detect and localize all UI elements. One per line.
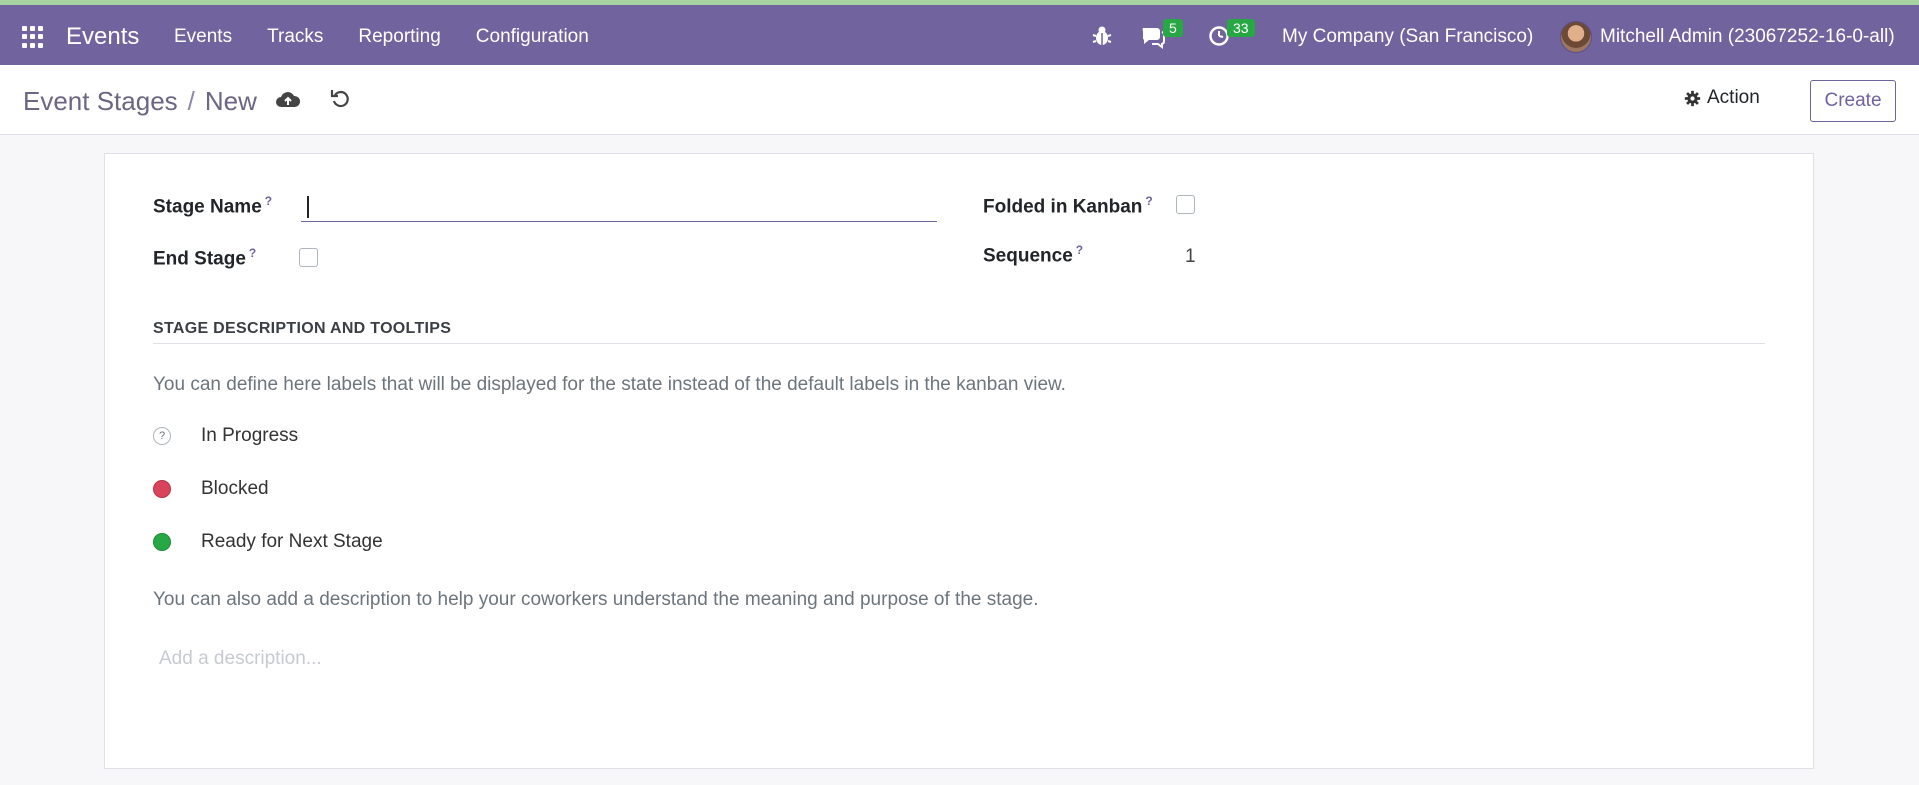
action-button-label: Action — [1707, 87, 1760, 108]
folded-in-kanban-label: Folded in Kanban? — [983, 194, 1153, 218]
main-menu: Events Tracks Reporting Configuration — [174, 26, 624, 48]
control-panel: Event Stages / New Action Create — [0, 65, 1919, 135]
state-label-blocked[interactable]: Blocked — [201, 478, 269, 500]
folded-in-kanban-checkbox[interactable] — [1176, 195, 1195, 214]
section-help-text: You can define here labels that will be … — [153, 374, 1066, 395]
app-brand[interactable]: Events — [66, 23, 139, 51]
text-caret — [307, 196, 309, 218]
help-icon[interactable]: ? — [265, 194, 272, 208]
state-blocked-icon — [153, 480, 171, 498]
breadcrumb-separator: / — [187, 86, 195, 116]
menu-item-reporting[interactable]: Reporting — [358, 26, 440, 48]
discard-icon[interactable] — [330, 87, 352, 109]
description-help-text: You can also add a description to help y… — [153, 589, 1039, 610]
state-label-in-progress[interactable]: In Progress — [201, 425, 298, 447]
gear-icon — [1684, 90, 1701, 106]
stage-name-input[interactable] — [301, 190, 937, 222]
bug-icon[interactable] — [1092, 25, 1112, 47]
breadcrumb-parent[interactable]: Event Stages — [23, 86, 178, 117]
section-divider — [153, 343, 1765, 344]
navbar: Events Events Tracks Reporting Configura… — [0, 5, 1919, 65]
avatar[interactable] — [1560, 21, 1592, 53]
state-normal-icon: ? — [153, 427, 171, 445]
end-stage-label: End Stage? — [153, 246, 257, 270]
state-row-in-progress: ? In Progress — [153, 425, 298, 447]
chat-count-badge: 5 — [1163, 19, 1183, 37]
help-icon[interactable]: ? — [249, 246, 256, 260]
state-ready-icon — [153, 533, 171, 551]
state-row-blocked: Blocked — [153, 478, 269, 500]
breadcrumb-current: New — [204, 86, 257, 116]
form-sheet: Stage Name? End Stage? Folded in Kanban?… — [104, 153, 1814, 769]
help-icon[interactable]: ? — [1076, 243, 1083, 257]
apps-grid-icon[interactable] — [22, 26, 44, 48]
menu-item-configuration[interactable]: Configuration — [476, 26, 589, 48]
breadcrumb: Event Stages / New — [23, 86, 257, 117]
user-menu[interactable]: Mitchell Admin (23067252-16-0-all) — [1600, 26, 1895, 48]
sequence-label: Sequence? — [983, 243, 1084, 267]
company-switcher[interactable]: My Company (San Francisco) — [1282, 26, 1533, 48]
sequence-field[interactable]: 1 — [1185, 246, 1196, 268]
help-icon[interactable]: ? — [1145, 194, 1152, 208]
activity-count-badge: 33 — [1227, 19, 1255, 37]
end-stage-checkbox[interactable] — [299, 248, 318, 267]
stage-name-label: Stage Name? — [153, 194, 273, 218]
state-label-ready[interactable]: Ready for Next Stage — [201, 531, 383, 553]
menu-item-tracks[interactable]: Tracks — [267, 26, 323, 48]
section-title: STAGE DESCRIPTION AND TOOLTIPS — [153, 320, 452, 337]
state-row-ready: Ready for Next Stage — [153, 531, 383, 553]
action-button[interactable]: Action — [1684, 87, 1760, 109]
menu-item-events[interactable]: Events — [174, 26, 232, 48]
description-editor[interactable]: Add a description... — [159, 648, 322, 670]
create-button[interactable]: Create — [1810, 80, 1896, 122]
cloud-upload-icon[interactable] — [275, 89, 301, 111]
